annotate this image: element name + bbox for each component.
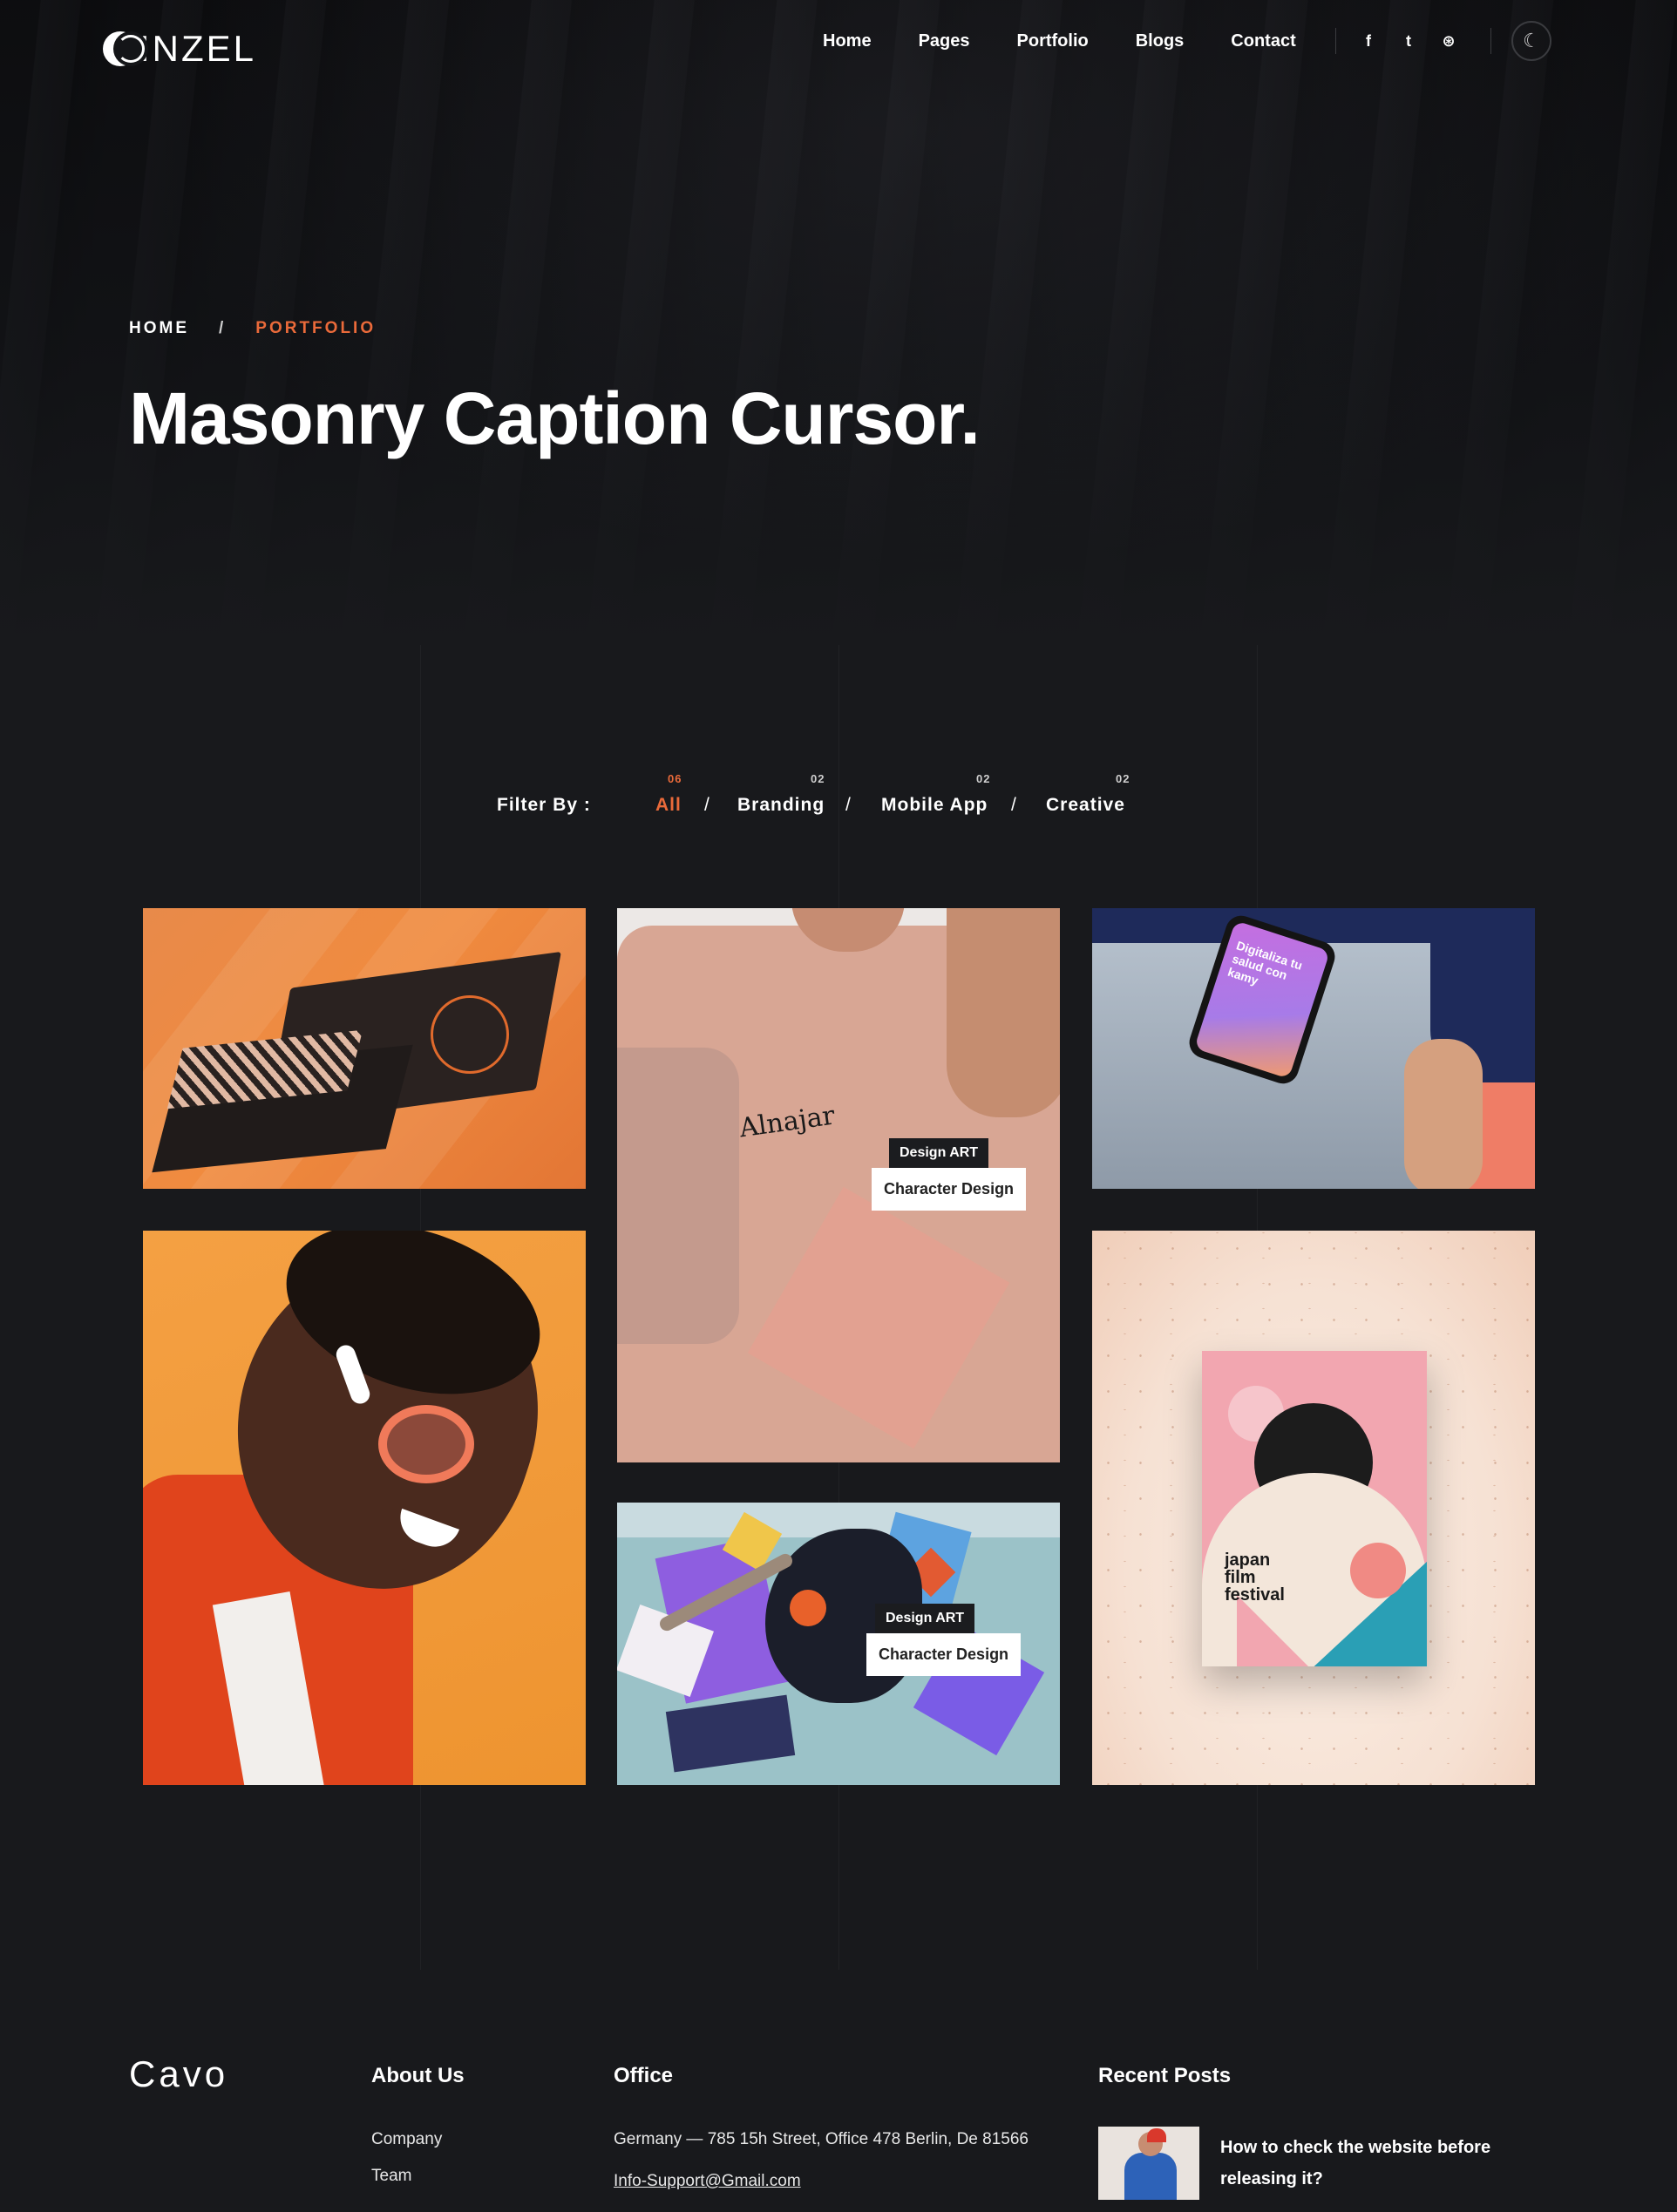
festival-poster: japan film festival — [1202, 1351, 1427, 1666]
footer-link-team[interactable]: Team — [371, 2167, 411, 2186]
nav-contact[interactable]: Contact — [1231, 30, 1295, 52]
nav-blogs[interactable]: Blogs — [1136, 30, 1185, 52]
filter-count-all: 06 — [668, 772, 682, 785]
filter-label: Filter By : — [497, 795, 591, 815]
filter-count-creative: 02 — [1116, 772, 1130, 785]
filter-count-branding: 02 — [811, 772, 825, 785]
footer-recent-posts-heading: Recent Posts — [1098, 2064, 1232, 2087]
facebook-icon[interactable]: f — [1360, 31, 1377, 51]
caption-title: Character Design — [872, 1168, 1027, 1211]
top-navigation: INZEL Home Pages Portfolio Blogs Contact… — [0, 0, 1677, 87]
breadcrumb: HOME / PORTFOLIO — [129, 319, 376, 338]
filter-branding[interactable]: Branding — [737, 795, 825, 816]
main-menu: Home Pages Portfolio Blogs Contact — [823, 30, 1343, 52]
nav-home[interactable]: Home — [823, 30, 872, 52]
filter-separator: / — [1011, 795, 1016, 815]
portfolio-item-graffiti-bird[interactable]: Design ART Character Design — [617, 1503, 1060, 1785]
dark-mode-toggle[interactable]: ☾ — [1511, 21, 1551, 61]
logo-mark-icon — [103, 31, 148, 66]
footer-link-company[interactable]: Company — [371, 2130, 442, 2149]
portfolio-item-portrait-with-glasses[interactable] — [143, 1231, 586, 1785]
breadcrumb-separator: / — [219, 319, 227, 337]
poster-text: japan film festival — [1225, 1550, 1285, 1605]
hover-caption: Design ART Character Design — [866, 1604, 1022, 1676]
footer-office-heading: Office — [614, 2064, 674, 2087]
moon-icon: ☾ — [1523, 30, 1540, 51]
filter-separator: / — [845, 795, 851, 815]
portfolio-item-film-festival-poster[interactable]: japan film festival — [1092, 1231, 1535, 1785]
nav-divider — [1335, 28, 1336, 54]
filter-mobile-app[interactable]: Mobile App — [881, 795, 988, 816]
footer-about-heading: About Us — [371, 2064, 465, 2087]
filter-count-mobile-app: 02 — [976, 772, 991, 785]
caption-title: Character Design — [866, 1633, 1022, 1676]
site-footer: Cavo About Us Company Team Office German… — [0, 1970, 1677, 2212]
twitter-icon[interactable]: t — [1400, 31, 1417, 51]
dribbble-icon[interactable]: ⊛ — [1440, 31, 1457, 51]
glasses — [378, 1405, 474, 1483]
filter-separator: / — [704, 795, 710, 815]
caption-tag: Design ART — [875, 1604, 975, 1633]
logo-text: INZEL — [139, 28, 257, 69]
social-links: f t ⊛ — [1360, 31, 1457, 51]
caption-tag: Design ART — [889, 1138, 989, 1168]
filter-creative[interactable]: Creative — [1046, 795, 1125, 816]
footer-logo[interactable]: Cavo — [129, 2053, 228, 2095]
portfolio-item-envelope-mockup[interactable] — [143, 908, 586, 1189]
nav-divider — [1490, 28, 1491, 54]
recent-post-thumbnail[interactable] — [1098, 2127, 1199, 2200]
recent-post-title[interactable]: How to check the website before releasin… — [1220, 2132, 1534, 2195]
nav-pages[interactable]: Pages — [919, 30, 970, 52]
portfolio-filter: Filter By : 06 All / 02 Branding / 02 Mo… — [0, 772, 1677, 824]
footer-email-link[interactable]: Info-Support@Gmail.com — [614, 2172, 801, 2191]
portfolio-item-phone-in-pocket[interactable]: Digitaliza tu salud con kamy — [1092, 908, 1535, 1189]
filter-all[interactable]: All — [655, 795, 682, 816]
site-logo[interactable]: INZEL — [103, 28, 257, 69]
breadcrumb-home[interactable]: HOME — [129, 319, 189, 338]
footer-address: Germany — 785 15h Street, Office 478 Ber… — [614, 2130, 1029, 2148]
page-title: Masonry Caption Cursor. — [129, 377, 981, 459]
breadcrumb-current: PORTFOLIO — [255, 319, 377, 337]
portfolio-item-tshirt-mockup[interactable]: Alnajar Design ART Character Design — [617, 908, 1060, 1462]
nav-portfolio[interactable]: Portfolio — [1017, 30, 1089, 52]
hover-caption: Design ART Character Design — [872, 1138, 1027, 1211]
